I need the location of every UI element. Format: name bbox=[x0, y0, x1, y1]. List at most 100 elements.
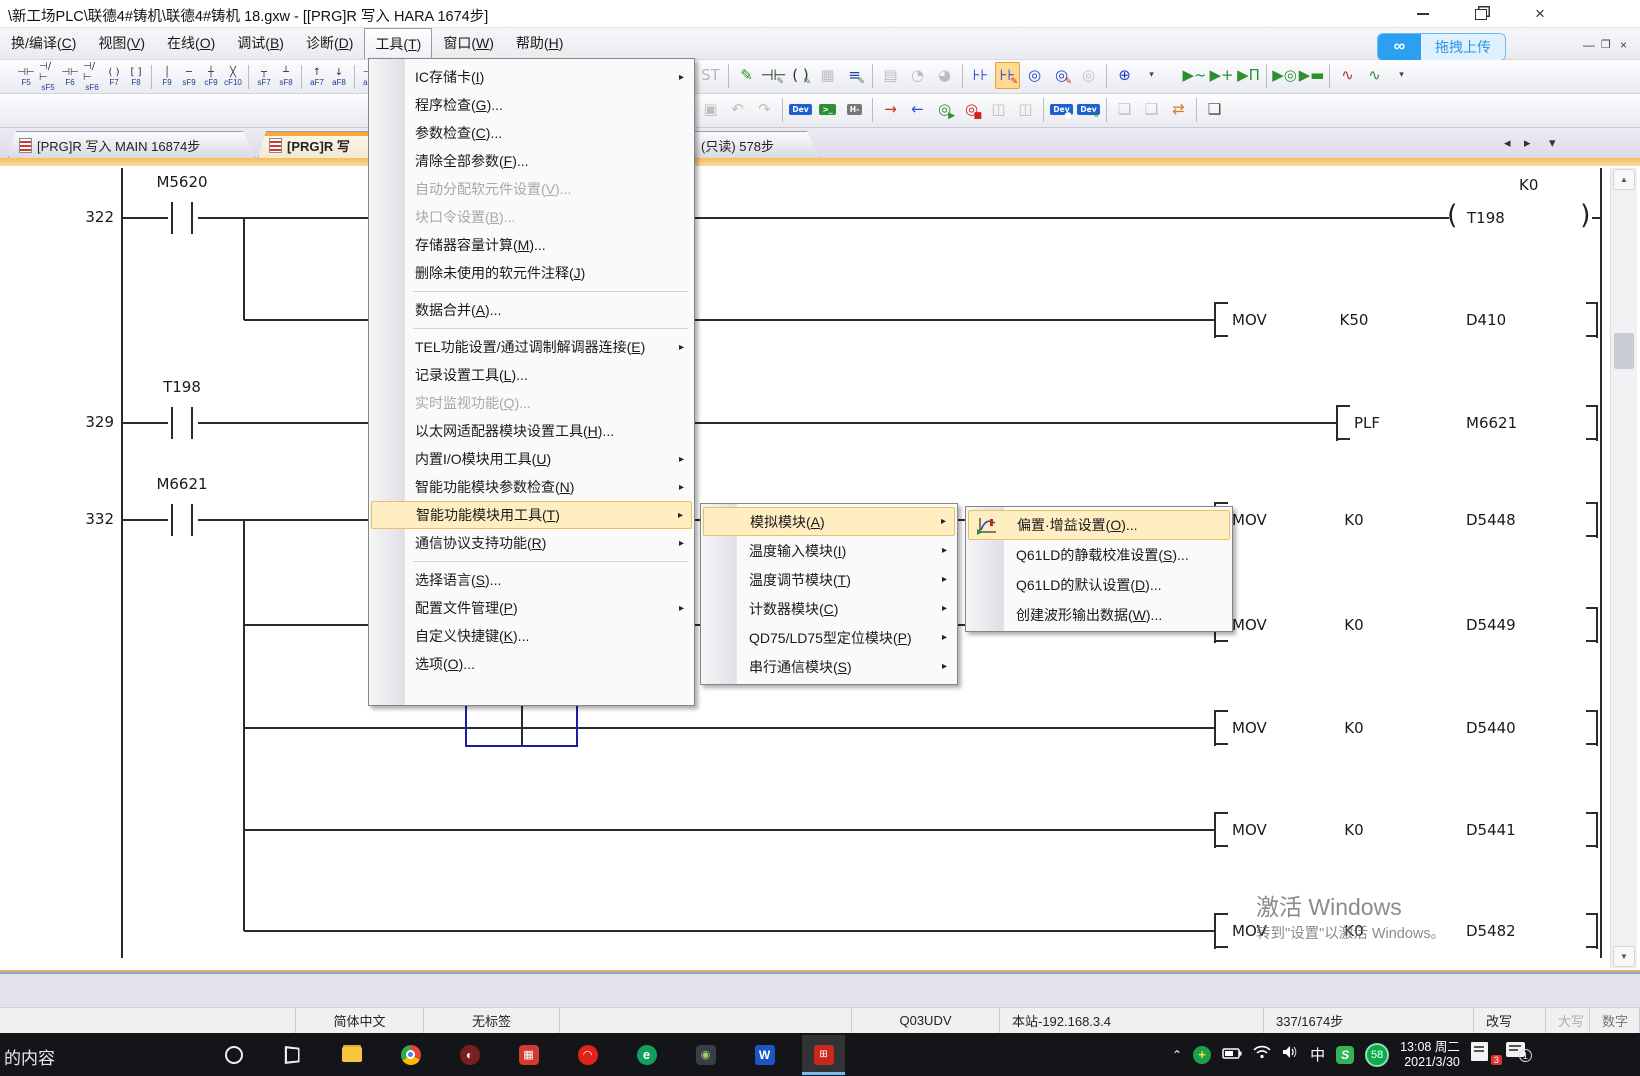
dev-search-icon[interactable]: ◎ bbox=[1076, 62, 1101, 89]
menu-item-menu1-7[interactable]: 删除未使用的软元件注释(J) bbox=[371, 259, 692, 287]
minimize-button[interactable] bbox=[1408, 4, 1438, 24]
window-next-icon[interactable]: ❏ bbox=[1139, 96, 1164, 123]
undo-icon[interactable]: ↶ bbox=[725, 96, 750, 123]
ladder-symbol-button-sF9[interactable]: ─sF9 bbox=[179, 62, 199, 91]
verify2-icon[interactable]: ◫ bbox=[1013, 96, 1038, 123]
ladder-symbol-button-F6[interactable]: ⊣⊢F6 bbox=[60, 62, 80, 91]
graph-pulse-icon[interactable]: ▶Π bbox=[1236, 62, 1261, 89]
tray-notification-badge-icon[interactable]: 1 bbox=[1506, 1042, 1532, 1067]
contact-cell[interactable] bbox=[162, 500, 206, 540]
doc-find-next-icon[interactable]: ◕ bbox=[932, 62, 957, 89]
edit-coil-icon[interactable]: ( )✎ bbox=[788, 62, 813, 89]
menu-item-menu1-14[interactable]: 以太网适配器模块设置工具(H)... bbox=[371, 417, 692, 445]
edit-block-icon[interactable]: ▦ bbox=[815, 62, 840, 89]
menu-item-menu1-15[interactable]: 内置I/O模块用工具(U)▸ bbox=[371, 445, 692, 473]
tray-speaker-icon[interactable] bbox=[1282, 1045, 1299, 1064]
taskbar-button-browser-green-e-icon[interactable]: e bbox=[625, 1035, 668, 1075]
tray-battery-icon[interactable] bbox=[1222, 1046, 1242, 1064]
monitor-stop-icon[interactable]: ◎■ bbox=[959, 96, 984, 123]
ladder-symbol-button-F5[interactable]: ⊣⊢F5 bbox=[16, 62, 36, 91]
paste-icon[interactable]: ▣ bbox=[698, 96, 723, 123]
statement-icon[interactable]: >_ bbox=[815, 96, 840, 123]
st-program-icon[interactable]: ST bbox=[698, 62, 723, 89]
taskbar-button-task-view-icon[interactable] bbox=[271, 1035, 314, 1075]
ladder-symbol-button-sF6[interactable]: ⊣/⊢sF6 bbox=[82, 62, 102, 91]
edit-contact-icon[interactable]: ⊣⊢✎ bbox=[761, 62, 786, 89]
overflow-caret-icon[interactable]: ▾ bbox=[1139, 62, 1164, 89]
tray-power-saver-icon[interactable]: + bbox=[1193, 1046, 1211, 1064]
menu-item-menu2-0[interactable]: 模拟模块(A)▸ bbox=[703, 507, 955, 536]
taskbar-button-gx-works-icon[interactable]: ⊞ bbox=[802, 1035, 845, 1075]
tab-scroll-left-icon[interactable]: ◂ bbox=[1504, 135, 1511, 151]
menubar-item-1[interactable]: 视图(V) bbox=[87, 28, 156, 59]
mdi-close-icon[interactable]: × bbox=[1620, 38, 1627, 52]
find-device-icon[interactable]: ◎ bbox=[1022, 62, 1047, 89]
menubar-item-3[interactable]: 调试(B) bbox=[226, 28, 295, 59]
menu-item-menu3-3[interactable]: 创建波形输出数据(W)... bbox=[968, 600, 1230, 630]
device-display-edit-icon[interactable]: Dev✎ bbox=[1076, 96, 1101, 123]
baidu-netdisk-upload-overlay[interactable]: ∞ 拖拽上传 bbox=[1377, 33, 1506, 61]
menu-item-menu1-1[interactable]: 程序检查(G)... bbox=[371, 91, 692, 119]
graph-offset-icon[interactable]: ▶~ bbox=[1182, 62, 1207, 89]
graph-temp-icon[interactable]: ∿ bbox=[1335, 62, 1360, 89]
menu-item-menu1-20[interactable]: 选择语言(S)... bbox=[371, 566, 692, 594]
contact-cell[interactable] bbox=[162, 198, 206, 238]
menubar-item-4[interactable]: 诊断(D) bbox=[295, 28, 364, 59]
graph-gain-icon[interactable]: ▶+ bbox=[1209, 62, 1234, 89]
tab-prg-main[interactable]: [PRG]R 写入 MAIN 16874步 bbox=[8, 131, 256, 158]
ladder-symbol-button-F8[interactable]: [ ]F8 bbox=[126, 62, 146, 91]
menu-item-menu2-3[interactable]: 计数器模块(C)▸ bbox=[703, 594, 955, 623]
menubar-item-5[interactable]: 工具(T) bbox=[364, 28, 432, 59]
scroll-down-icon[interactable]: ▼ bbox=[1613, 946, 1635, 967]
menu-item-menu1-18[interactable]: 通信协议支持功能(R)▸ bbox=[371, 529, 692, 557]
tray-antivirus-health-icon[interactable]: 58 bbox=[1365, 1043, 1389, 1067]
device-tree-edit-icon[interactable]: ⊦⊦✎ bbox=[995, 62, 1020, 89]
monitor-window-icon[interactable]: ❏ bbox=[1202, 96, 1227, 123]
doc-find-icon[interactable]: ◔ bbox=[905, 62, 930, 89]
tray-hidden-icons-chevron-icon[interactable]: ⌃ bbox=[1172, 1046, 1182, 1064]
tray-clock-wrap[interactable]: 13:08 周二2021/3/30 bbox=[1400, 1040, 1460, 1070]
taskbar-button-cortana-circle-icon[interactable] bbox=[212, 1035, 255, 1075]
edit-ladder-icon[interactable]: ✎ bbox=[734, 62, 759, 89]
menu-item-menu1-21[interactable]: 配置文件管理(P)▸ bbox=[371, 594, 692, 622]
menu-item-menu2-5[interactable]: 串行通信模块(S)▸ bbox=[703, 652, 955, 681]
zoom-icon[interactable]: ⊕ bbox=[1112, 62, 1137, 89]
window-prev-icon[interactable]: ❏ bbox=[1112, 96, 1137, 123]
find-device-edit-icon[interactable]: ◎✎ bbox=[1049, 62, 1074, 89]
write-to-plc-icon[interactable]: → bbox=[878, 96, 903, 123]
taskbar-button-file-explorer-icon[interactable] bbox=[330, 1035, 373, 1075]
tab-scroll-right-icon[interactable]: ▸ bbox=[1524, 135, 1531, 151]
ladder-symbol-button-sF7[interactable]: ┬sF7 bbox=[254, 62, 274, 91]
run-find-icon[interactable]: ▶◎ bbox=[1272, 62, 1297, 89]
menu-item-menu3-1[interactable]: Q61LD的静载校准设置(S)... bbox=[968, 540, 1230, 570]
taskbar-button-netease-red-icon[interactable]: ◠ bbox=[566, 1035, 609, 1075]
menu-item-menu1-9[interactable]: 数据合并(A)... bbox=[371, 296, 692, 324]
scroll-up-icon[interactable]: ▲ bbox=[1613, 169, 1635, 190]
menu-item-menu1-16[interactable]: 智能功能模块参数检查(N)▸ bbox=[371, 473, 692, 501]
menubar-item-7[interactable]: 帮助(H) bbox=[505, 28, 574, 59]
menu-item-menu1-22[interactable]: 自定义快捷键(K)... bbox=[371, 622, 692, 650]
menu-item-menu2-2[interactable]: 温度调节模块(T)▸ bbox=[703, 565, 955, 594]
ladder-symbol-button-aF8[interactable]: ↓aF8 bbox=[329, 62, 349, 91]
run-monitor-icon[interactable]: ▶▬ bbox=[1299, 62, 1324, 89]
menu-item-menu2-1[interactable]: 温度输入模块(I)▸ bbox=[703, 536, 955, 565]
restore-button[interactable] bbox=[1466, 4, 1496, 24]
tray-documents-badge-icon[interactable]: 3 bbox=[1471, 1042, 1495, 1067]
menu-item-menu1-13[interactable]: 实时监视功能(Q)... bbox=[371, 389, 692, 417]
ladder-symbol-button-sF5[interactable]: ⊣/⊢sF5 bbox=[38, 62, 58, 91]
ladder-symbol-button-F7[interactable]: ( )F7 bbox=[104, 62, 124, 91]
contact-cell[interactable] bbox=[162, 403, 206, 443]
clock[interactable]: 13:08 周二2021/3/30 bbox=[1400, 1040, 1460, 1070]
tray-sogou-icon[interactable]: S bbox=[1336, 1046, 1354, 1064]
redo-icon[interactable]: ↷ bbox=[752, 96, 777, 123]
scrollbar-thumb[interactable] bbox=[1614, 333, 1634, 369]
menu-item-menu2-4[interactable]: QD75/LD75型定位模块(P)▸ bbox=[703, 623, 955, 652]
menu-item-menu1-3[interactable]: 清除全部参数(F)... bbox=[371, 147, 692, 175]
menu-item-menu1-0[interactable]: IC存储卡(I)▸ bbox=[371, 63, 692, 91]
ladder-symbol-button-cF9[interactable]: ┼cF9 bbox=[201, 62, 221, 91]
close-button[interactable]: × bbox=[1525, 4, 1555, 24]
menu-item-menu1-2[interactable]: 参数检查(C)... bbox=[371, 119, 692, 147]
menubar-item-0[interactable]: 换/编译(C) bbox=[0, 28, 87, 59]
menubar-item-2[interactable]: 在线(O) bbox=[156, 28, 226, 59]
menu-item-menu1-11[interactable]: TEL功能设置/通过调制解调器连接(E)▸ bbox=[371, 333, 692, 361]
